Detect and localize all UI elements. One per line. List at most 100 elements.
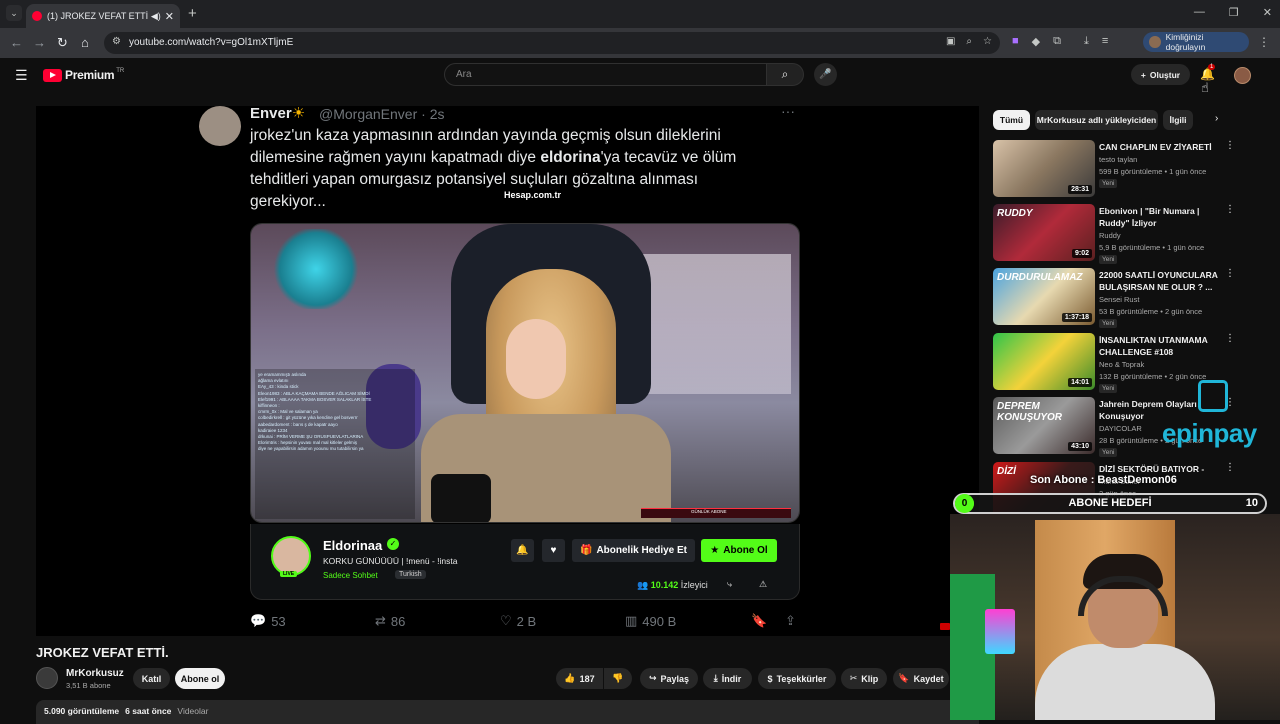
new-tab-button[interactable]: + (188, 5, 197, 22)
youtube-mini-logo (940, 623, 950, 630)
search-button[interactable]: ⌕ (766, 63, 804, 86)
channel-subscribers: 3,51 B abone (66, 681, 111, 690)
plus-icon: + (1140, 69, 1146, 80)
chevron-right-icon[interactable]: › (1215, 113, 1218, 124)
minimize-icon[interactable]: — (1194, 6, 1205, 19)
forward-icon[interactable]: → (33, 35, 46, 50)
daily-sub-label: GÜNLÜK ABONE (691, 509, 727, 514)
kick-stream-title: KORKU GÜNÜÜÜÜ | !menü - !insta (323, 556, 458, 566)
speaker-icon[interactable]: ◀) (151, 11, 161, 22)
close-window-icon[interactable]: ✕ (1263, 6, 1272, 19)
video-meta: 599 B görüntüleme • 1 gün önce (1099, 167, 1207, 176)
browser-toolbar: ← → ↻ ⌂ ⚙ youtube.com/watch?v=gOl1mXTljm… (0, 28, 1280, 58)
video-title[interactable]: İNSANLIKTAN UTANMAMA CHALLENGE #108 (1099, 334, 1223, 358)
gift-icon: 🎁 (579, 545, 593, 556)
video-thumbnail[interactable]: DEPREM KONUŞUYOR 43:10 (993, 397, 1095, 454)
channel-name[interactable]: testo taylan (1099, 155, 1137, 164)
home-icon[interactable]: ⌂ (81, 35, 89, 50)
more-options-icon[interactable]: ⋮ (1225, 204, 1235, 215)
extensions-puzzle-icon[interactable]: ⧉ (1053, 35, 1061, 48)
recommended-video[interactable]: DURDURULAMAZ 1:37:18 22000 SAATLİ OYUNCULA… (993, 268, 1235, 328)
back-icon[interactable]: ← (10, 35, 23, 50)
kick-share-icon: ⤷ (727, 579, 733, 589)
restore-icon[interactable]: ❐ (1229, 6, 1239, 19)
upload-date: 6 saat önce (125, 706, 172, 716)
like-heart-icon: ♡ (500, 613, 512, 628)
url-text[interactable]: youtube.com/watch?v=gOl1mXTljmE (129, 37, 293, 48)
views-chart-icon: ▥ (625, 613, 638, 628)
share-button[interactable]: ↪ Paylaş (640, 668, 698, 689)
window-controls: — ❐ ✕ (1194, 6, 1272, 19)
channel-name[interactable]: MrKorkusuz (66, 668, 124, 679)
chip-from-uploader[interactable]: MrKorkusuz adlı yükleyiciden (1035, 110, 1158, 130)
duration-badge: 1:37:18 (1061, 313, 1092, 322)
youtube-logo[interactable]: Premium TR (43, 68, 124, 82)
thumbnail-text: DURDURULAMAZ (997, 272, 1083, 283)
stream-screenshot: ye eramammıştı aslında ağlama evlatını EAy… (250, 223, 800, 523)
account-avatar[interactable] (1234, 67, 1251, 84)
channel-name[interactable]: DAYICOLAR (1099, 424, 1142, 433)
voice-search-icon[interactable]: 🎤 (814, 63, 837, 86)
notifications-bell-icon[interactable]: 🔔 1 (1200, 64, 1216, 81)
address-bar[interactable]: ⚙ youtube.com/watch?v=gOl1mXTljmE ▣ ⌕ ☆ (104, 32, 1000, 54)
reload-icon[interactable]: ↻ (57, 35, 68, 51)
site-info-icon[interactable]: ⚙ (112, 36, 121, 47)
save-button[interactable]: 🔖 Kaydet (893, 668, 949, 689)
video-title[interactable]: CAN CHAPLIN EV ZİYARETİ (1099, 141, 1223, 153)
video-player[interactable]: Enver☀ @MorganEnver · 2s ··· jrokez'un k… (36, 106, 979, 636)
video-title[interactable]: Ebonivon | "Bir Numara | Ruddy" İzliyor (1099, 205, 1223, 229)
kick-subscribe-button: ★ Abone Ol (701, 539, 777, 562)
join-button[interactable]: Katıl (133, 668, 170, 689)
close-tab-icon[interactable]: ✕ (165, 10, 174, 23)
logo-country: TR (116, 68, 125, 74)
browser-menu-icon[interactable]: ⋮ (1258, 35, 1270, 49)
channel-name[interactable]: Neo & Toprak (1099, 360, 1144, 369)
hamburger-menu-icon[interactable]: ☰ (15, 67, 28, 84)
recommended-video[interactable]: 28:31 CAN CHAPLIN EV ZİYARETİ testo taylan… (993, 140, 1235, 198)
profile-verify-button[interactable]: Kimliğinizi doğrulayın (1143, 32, 1249, 52)
channel-name[interactable]: Sensei Rust (1099, 295, 1139, 304)
zoom-icon[interactable]: ⌕ (966, 36, 972, 47)
live-badge: LIVE (280, 571, 298, 577)
downloads-icon[interactable]: ⤓ (1084, 35, 1089, 48)
tab-search-icon[interactable]: ⌄ (6, 5, 22, 21)
video-title[interactable]: 22000 SAATLİ OYUNCULARA BULAŞIRSAN NE OL… (1099, 269, 1223, 293)
subscribe-button[interactable]: Abone ol (175, 668, 225, 689)
recommended-video[interactable]: 14:01 İNSANLIKTAN UTANMAMA CHALLENGE #108… (993, 333, 1235, 393)
more-options-icon[interactable]: ⋮ (1225, 140, 1235, 151)
more-options-icon[interactable]: ⋮ (1225, 462, 1235, 473)
video-tag[interactable]: Videolar (177, 706, 208, 716)
video-thumbnail[interactable]: 14:01 (993, 333, 1095, 390)
description-box[interactable]: 5.090 görüntüleme 6 saat önce Videolar (36, 700, 979, 724)
create-button[interactable]: + Oluştur (1131, 64, 1190, 85)
recommended-video[interactable]: RUDDY 9:02 Ebonivon | "Bir Numara | Ruddy"… (993, 204, 1235, 264)
dislike-button[interactable]: 👎 (604, 668, 632, 689)
clip-button[interactable]: ✂ Klip (841, 668, 887, 689)
chip-related[interactable]: İlgili (1163, 110, 1193, 130)
thumbs-down-icon: 👎 (612, 673, 624, 683)
view-count: 5.090 görüntüleme (44, 706, 120, 716)
channel-name[interactable]: Ruddy (1099, 231, 1121, 240)
search-input[interactable] (456, 69, 736, 80)
extension-twitch-icon[interactable]: ■ (1012, 35, 1019, 48)
like-button[interactable]: 👍 187 (556, 668, 603, 689)
search-box[interactable] (444, 63, 767, 86)
video-thumbnail[interactable]: RUDDY 9:02 (993, 204, 1095, 261)
browser-tab[interactable]: (1) JROKEZ VEFAT ETTİ. - Yo ◀) ✕ (26, 4, 180, 28)
bookmark-star-icon[interactable]: ☆ (983, 36, 992, 47)
chip-all[interactable]: Tümü (993, 110, 1030, 130)
duration-badge: 28:31 (1068, 185, 1092, 194)
extension-diamond-icon[interactable]: ◆ (1032, 35, 1040, 48)
download-button[interactable]: ⤓ İndir (703, 668, 752, 689)
more-options-icon[interactable]: ⋮ (1225, 333, 1235, 344)
video-thumbnail[interactable]: 28:31 (993, 140, 1095, 197)
thanks-button[interactable]: $ Teşekkürler (758, 668, 836, 689)
channel-avatar[interactable] (36, 667, 58, 689)
video-meta: 53 B görüntüleme • 2 gün önce (1099, 307, 1203, 316)
verified-icon: ✓ (387, 538, 399, 550)
more-options-icon[interactable]: ⋮ (1225, 268, 1235, 279)
video-thumbnail[interactable]: DURDURULAMAZ 1:37:18 (993, 268, 1095, 325)
cast-icon[interactable]: ▣ (946, 36, 955, 47)
browser-tab-bar: ⌄ (1) JROKEZ VEFAT ETTİ. - Yo ◀) ✕ + — ❐… (0, 0, 1280, 28)
reading-list-icon[interactable]: ≡ (1102, 35, 1108, 48)
